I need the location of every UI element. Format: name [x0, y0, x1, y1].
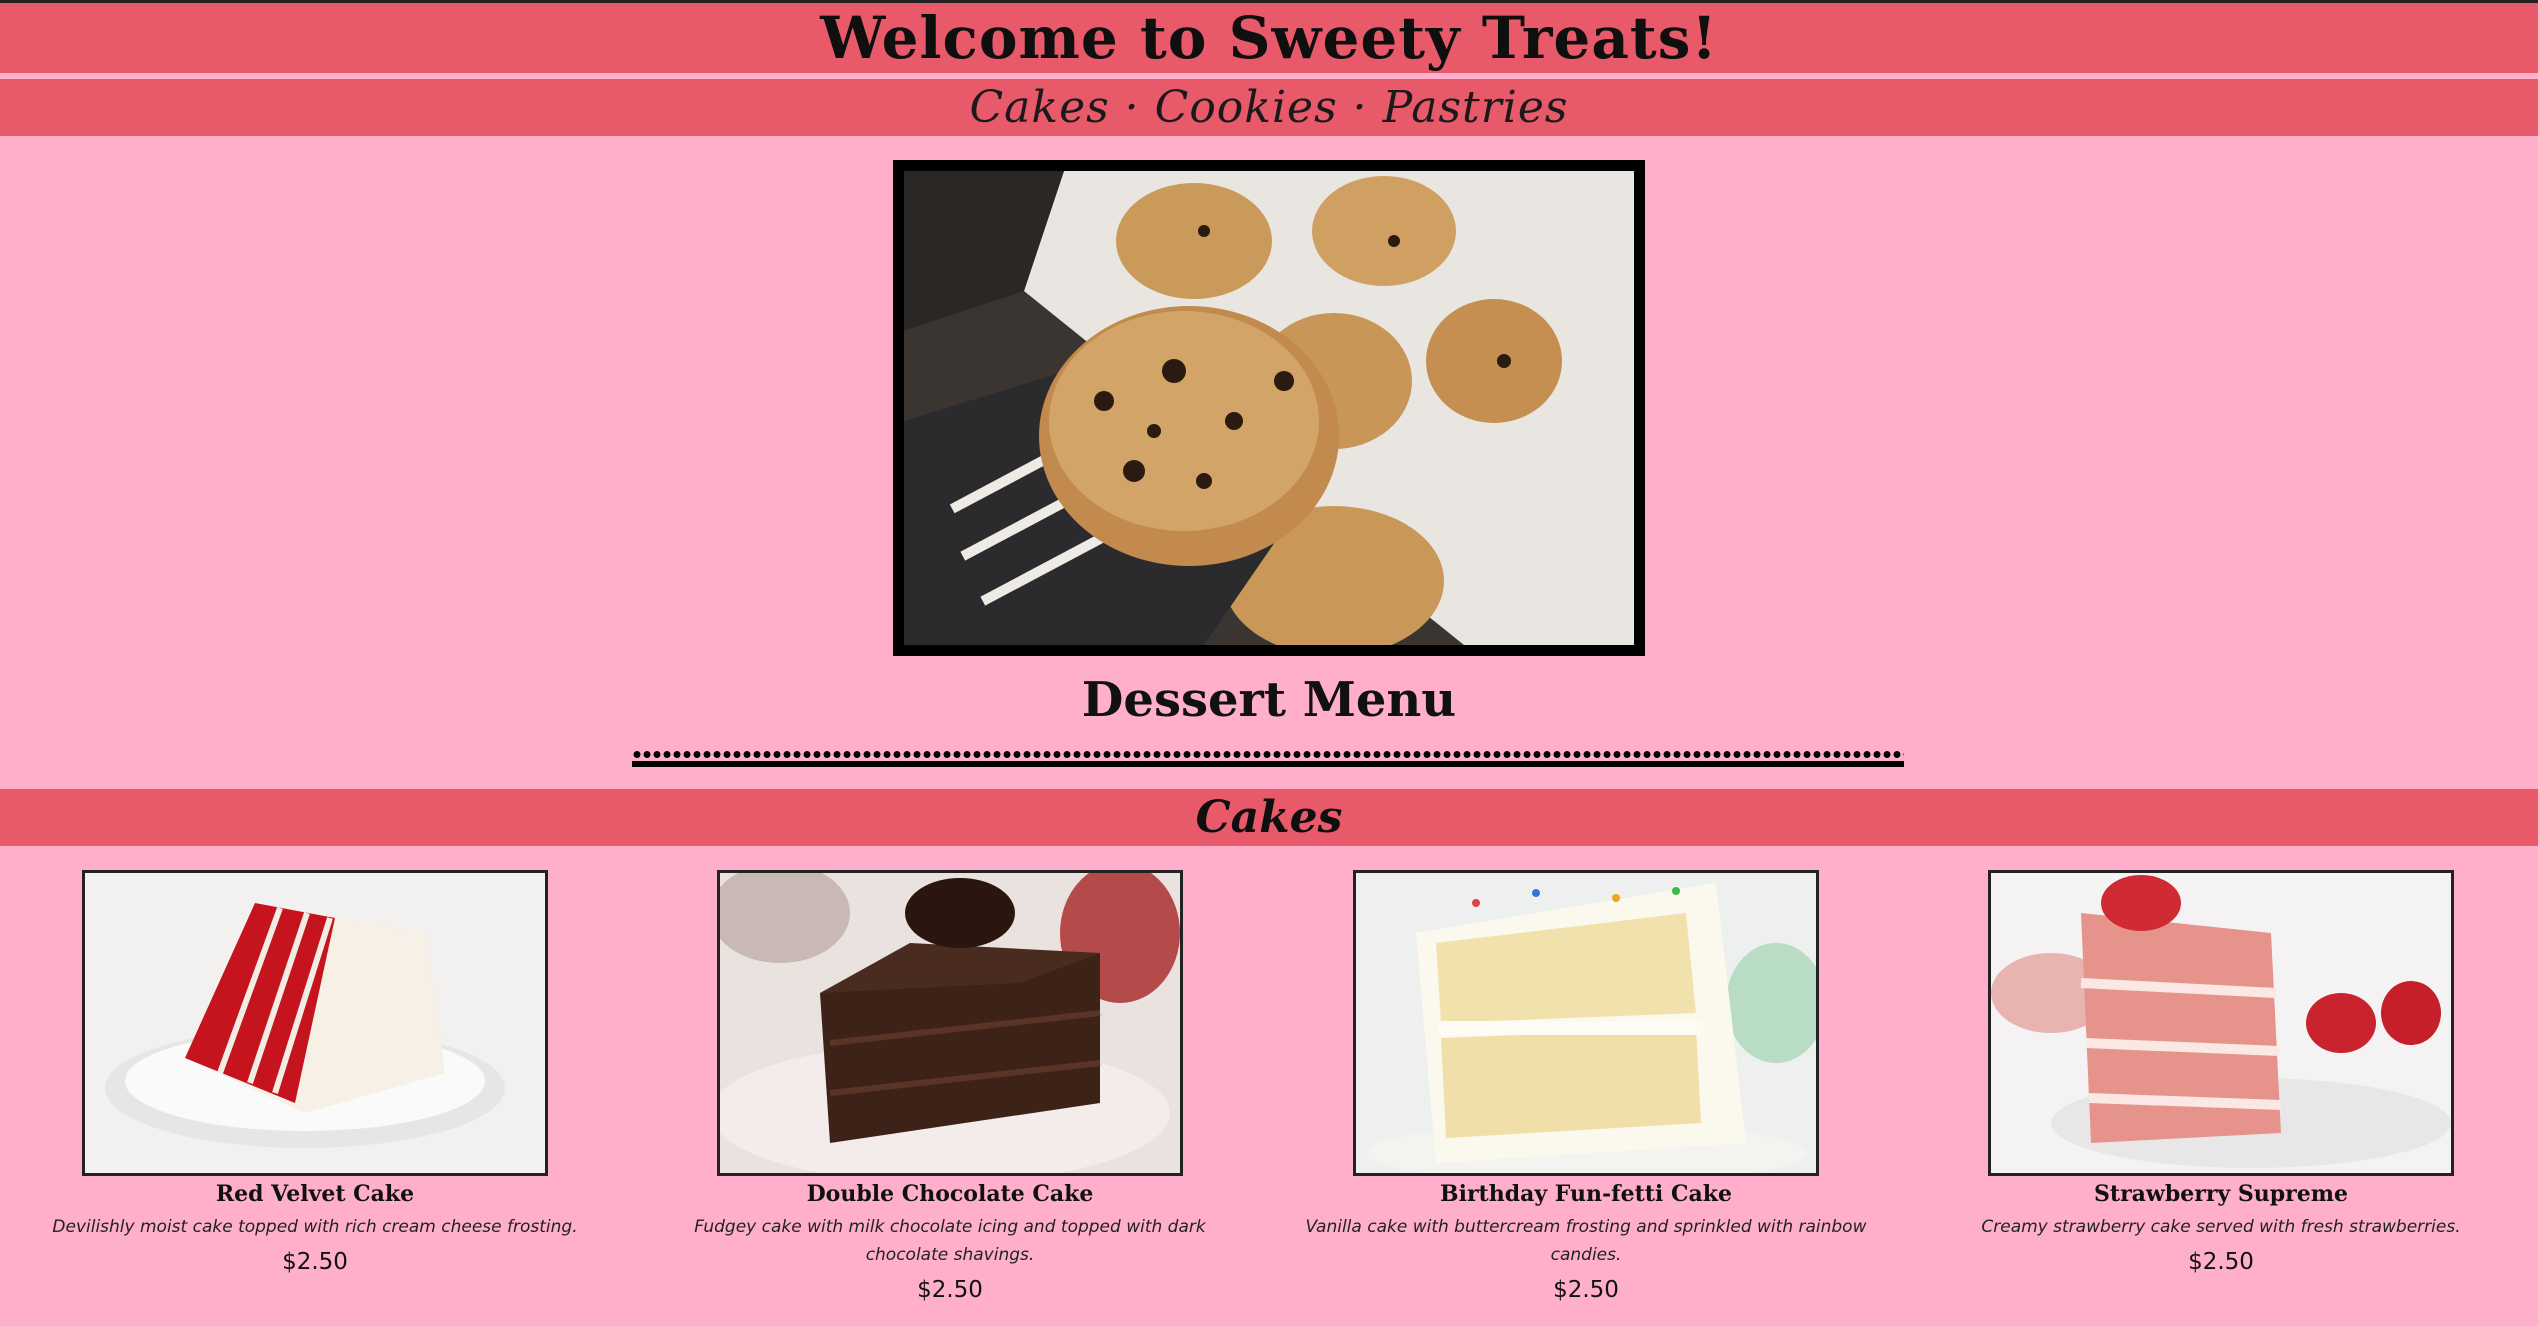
hero-cookies-image [904, 171, 1634, 645]
menu-item-name: Birthday Fun-fetti Cake [1440, 1181, 1732, 1207]
menu-item-photo [1988, 870, 2454, 1176]
menu-item-price: $2.50 [282, 1249, 348, 1275]
menu-item-name: Strawberry Supreme [2094, 1181, 2348, 1207]
section-title: Cakes [1195, 792, 1343, 843]
subtitle-banner: Cakes · Cookies · Pastries [0, 79, 2538, 136]
hero-image-frame [893, 160, 1645, 656]
page-title: Welcome to Sweety Treats! [820, 4, 1718, 72]
menu-item-description: Devilishly moist cake topped with rich c… [52, 1217, 578, 1237]
title-banner: Welcome to Sweety Treats! [0, 3, 2538, 73]
menu-heading: Dessert Menu [1081, 672, 1457, 728]
birthday-funfetti-cake-image [1356, 873, 1816, 1173]
menu-item-card: Double Chocolate Cake Fudgey cake with m… [650, 870, 1250, 1303]
red-velvet-cake-image [85, 873, 545, 1173]
menu-item-card: Strawberry Supreme Creamy strawberry cak… [1921, 870, 2521, 1275]
menu-item-price: $2.50 [2188, 1249, 2254, 1275]
dotted-line [632, 750, 1904, 759]
menu-item-name: Red Velvet Cake [215, 1181, 415, 1207]
menu-item-price: $2.50 [1553, 1277, 1619, 1303]
menu-item-card: Birthday Fun-fetti Cake Vanilla cake wit… [1286, 870, 1886, 1303]
menu-item-description: Fudgey cake with milk chocolate icing an… [694, 1217, 1206, 1265]
section-banner: Cakes [0, 789, 2538, 846]
menu-item-name: Double Chocolate Cake [806, 1181, 1094, 1207]
double-chocolate-cake-image [720, 873, 1180, 1173]
menu-item-photo [82, 870, 548, 1176]
menu-item-description: Creamy strawberry cake served with fresh… [1981, 1217, 2461, 1237]
page-subtitle: Cakes · Cookies · Pastries [969, 82, 1569, 133]
menu-item-price: $2.50 [917, 1277, 983, 1303]
menu-item-photo [717, 870, 1183, 1176]
strawberry-supreme-cake-image [1991, 873, 2451, 1173]
solid-rule [632, 761, 1904, 767]
menu-item-photo [1353, 870, 1819, 1176]
menu-item-description: Vanilla cake with buttercream frosting a… [1305, 1217, 1867, 1265]
menu-item-card: Red Velvet Cake Devilishly moist cake to… [15, 870, 615, 1275]
decorative-dotted-divider [632, 750, 1904, 770]
